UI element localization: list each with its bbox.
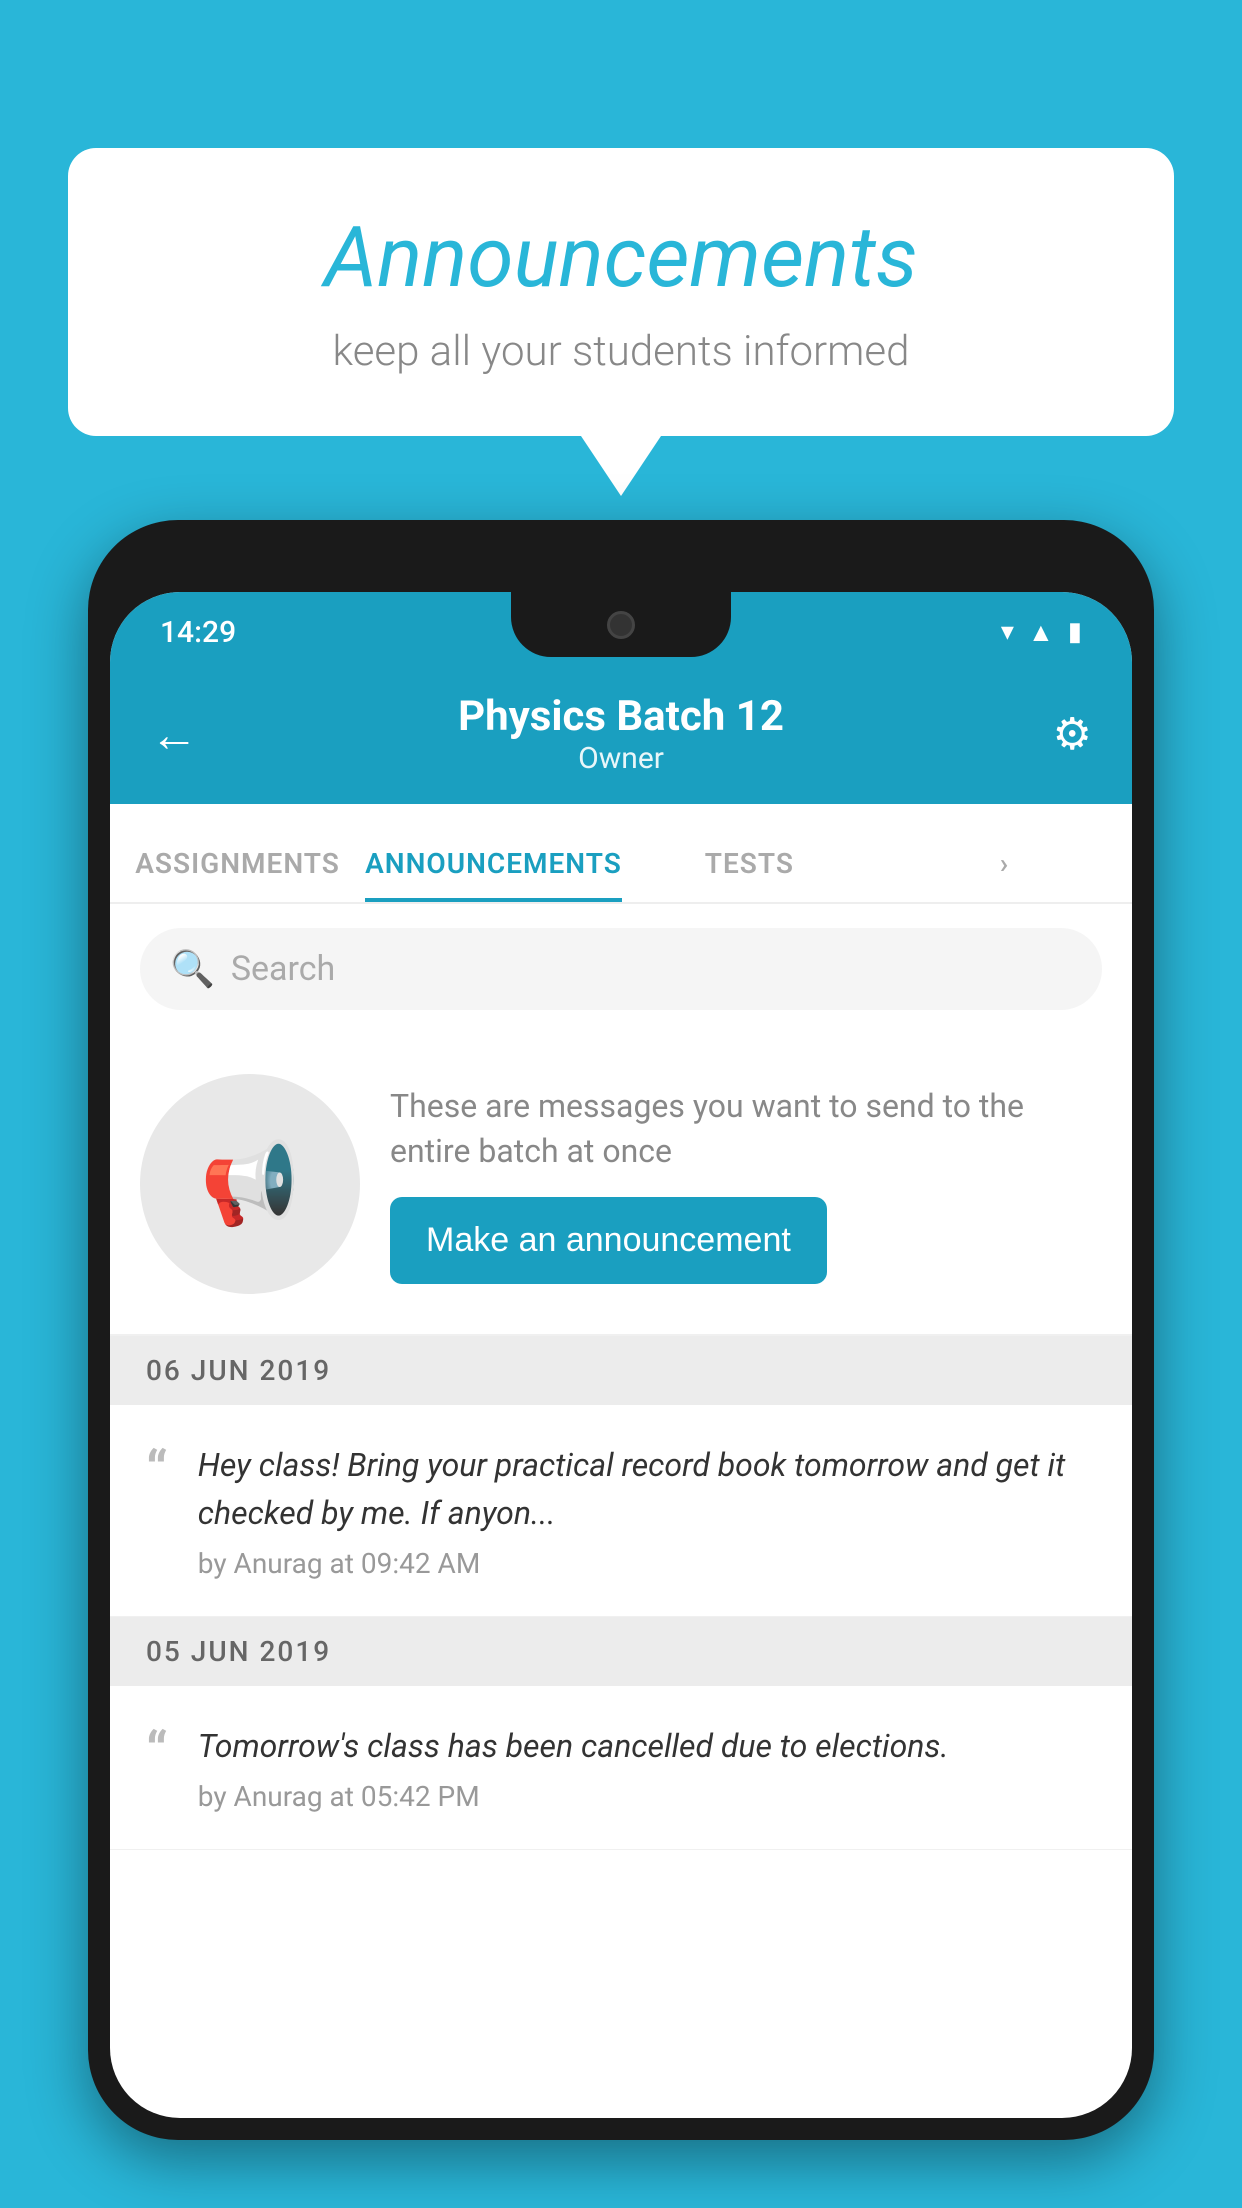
signal-icon: ▲: [1028, 617, 1054, 648]
announcement-content-1: Hey class! Bring your practical record b…: [198, 1441, 1096, 1580]
announcement-text-1: Hey class! Bring your practical record b…: [198, 1441, 1096, 1537]
tabs-bar: ASSIGNMENTS ANNOUNCEMENTS TESTS ›: [110, 804, 1132, 904]
announcement-content-2: Tomorrow's class has been cancelled due …: [198, 1722, 1096, 1813]
promo-content: These are messages you want to send to t…: [390, 1084, 1102, 1285]
announcement-meta-2: by Anurag at 05:42 PM: [198, 1780, 1096, 1813]
make-announcement-button[interactable]: Make an announcement: [390, 1197, 827, 1284]
promo-icon-circle: 📢: [140, 1074, 360, 1294]
phone-body: 14:29 ▾ ▲ ▮ ← Physics Batch 12 Owner ⚙: [88, 520, 1154, 2140]
search-container: 🔍 Search: [110, 904, 1132, 1034]
app-bar-title-section: Physics Batch 12 Owner: [220, 692, 1022, 776]
app-bar-title: Physics Batch 12: [220, 692, 1022, 741]
tab-more[interactable]: ›: [877, 847, 1132, 902]
phone-notch: [511, 592, 731, 657]
search-input[interactable]: Search: [231, 949, 1072, 989]
phone-screen: 14:29 ▾ ▲ ▮ ← Physics Batch 12 Owner ⚙: [110, 592, 1132, 2118]
tab-assignments[interactable]: ASSIGNMENTS: [110, 847, 365, 902]
announcement-promo: 📢 These are messages you want to send to…: [110, 1034, 1132, 1336]
phone-mockup: 14:29 ▾ ▲ ▮ ← Physics Batch 12 Owner ⚙: [88, 520, 1154, 2208]
announcement-text-2: Tomorrow's class has been cancelled due …: [198, 1722, 1096, 1770]
battery-icon: ▮: [1068, 617, 1082, 647]
date-separator-1: 06 JUN 2019: [110, 1336, 1132, 1405]
app-bar-subtitle: Owner: [220, 741, 1022, 776]
speech-bubble-title: Announcements: [148, 208, 1094, 307]
app-bar: ← Physics Batch 12 Owner ⚙: [110, 664, 1132, 804]
speech-bubble: Announcements keep all your students inf…: [68, 148, 1174, 436]
megaphone-icon: 📢: [200, 1137, 300, 1231]
speech-bubble-section: Announcements keep all your students inf…: [68, 148, 1174, 496]
search-icon: 🔍: [170, 948, 215, 990]
tab-tests[interactable]: TESTS: [622, 847, 877, 902]
wifi-icon: ▾: [1001, 617, 1014, 647]
settings-icon[interactable]: ⚙: [1022, 708, 1092, 760]
promo-description: These are messages you want to send to t…: [390, 1084, 1102, 1174]
announcement-meta-1: by Anurag at 09:42 AM: [198, 1547, 1096, 1580]
announcement-item-1[interactable]: “ Hey class! Bring your practical record…: [110, 1405, 1132, 1617]
quote-icon-2: “: [146, 1726, 168, 1780]
tab-announcements[interactable]: ANNOUNCEMENTS: [365, 847, 622, 902]
quote-icon-1: “: [146, 1445, 168, 1499]
date-separator-2: 05 JUN 2019: [110, 1617, 1132, 1686]
speech-bubble-arrow: [581, 436, 661, 496]
status-time: 14:29: [160, 615, 236, 650]
back-button[interactable]: ←: [150, 706, 220, 763]
search-bar[interactable]: 🔍 Search: [140, 928, 1102, 1010]
status-icons: ▾ ▲ ▮: [1001, 617, 1082, 648]
front-camera: [607, 611, 635, 639]
announcement-item-2[interactable]: “ Tomorrow's class has been cancelled du…: [110, 1686, 1132, 1850]
speech-bubble-subtitle: keep all your students informed: [148, 327, 1094, 376]
